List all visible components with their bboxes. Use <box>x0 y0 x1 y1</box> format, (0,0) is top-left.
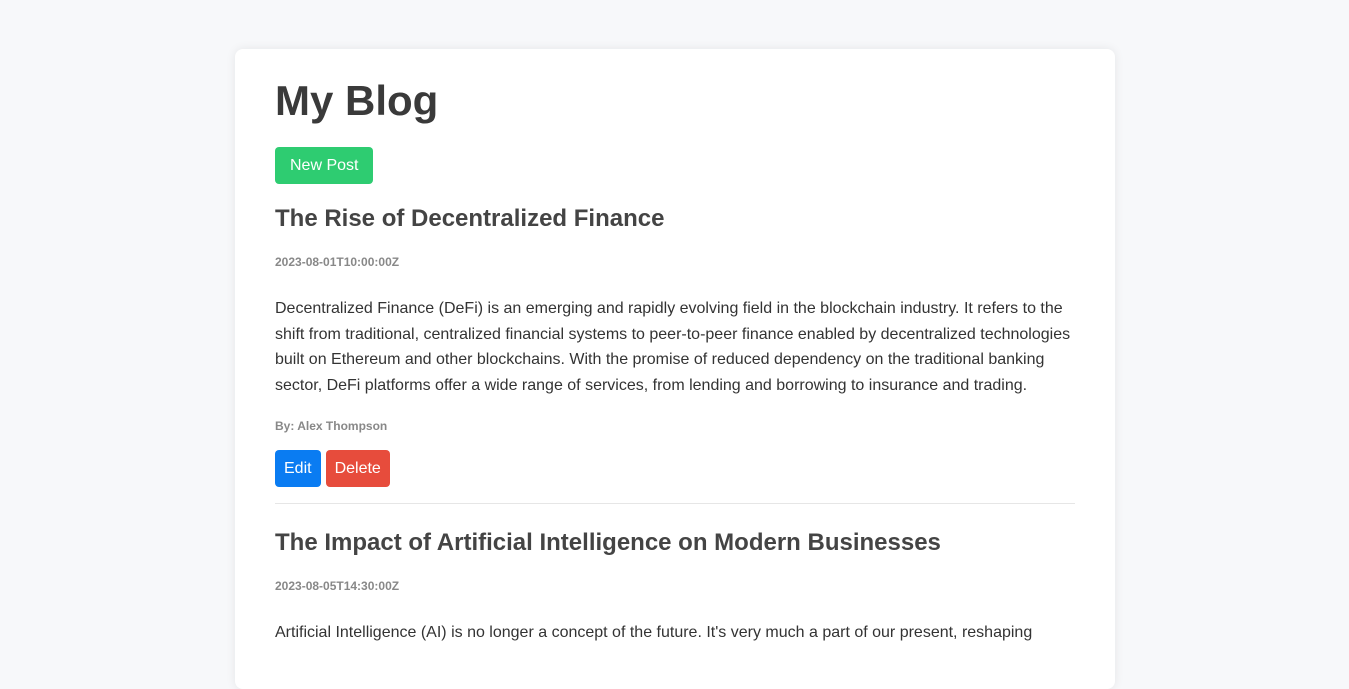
post-author: By: Alex Thompson <box>275 419 388 434</box>
post-body: Artificial Intelligence (AI) is no longe… <box>275 624 1033 642</box>
post-date: 2023-08-01T10:00:00Z <box>275 255 400 269</box>
edit-button[interactable]: Edit <box>275 450 321 488</box>
post-title: The Impact of Artificial Intelligence on… <box>275 529 941 557</box>
blog-post: The Rise of Decentralized Finance 2023-0… <box>275 204 1075 505</box>
blog-post: The Impact of Artificial Intelligence on… <box>275 528 1075 662</box>
post-body: Decentralized Finance (DeFi) is an emerg… <box>275 300 1071 394</box>
post-actions: Edit Delete <box>275 450 1075 488</box>
blog-container: My Blog New Post The Rise of Decentraliz… <box>235 49 1115 689</box>
post-title: The Rise of Decentralized Finance <box>275 205 665 232</box>
new-post-button[interactable]: New Post <box>275 147 374 184</box>
post-date: 2023-08-05T14:30:00Z <box>275 579 400 594</box>
delete-button[interactable]: Delete <box>325 450 390 488</box>
page-title: My Blog <box>275 77 439 124</box>
